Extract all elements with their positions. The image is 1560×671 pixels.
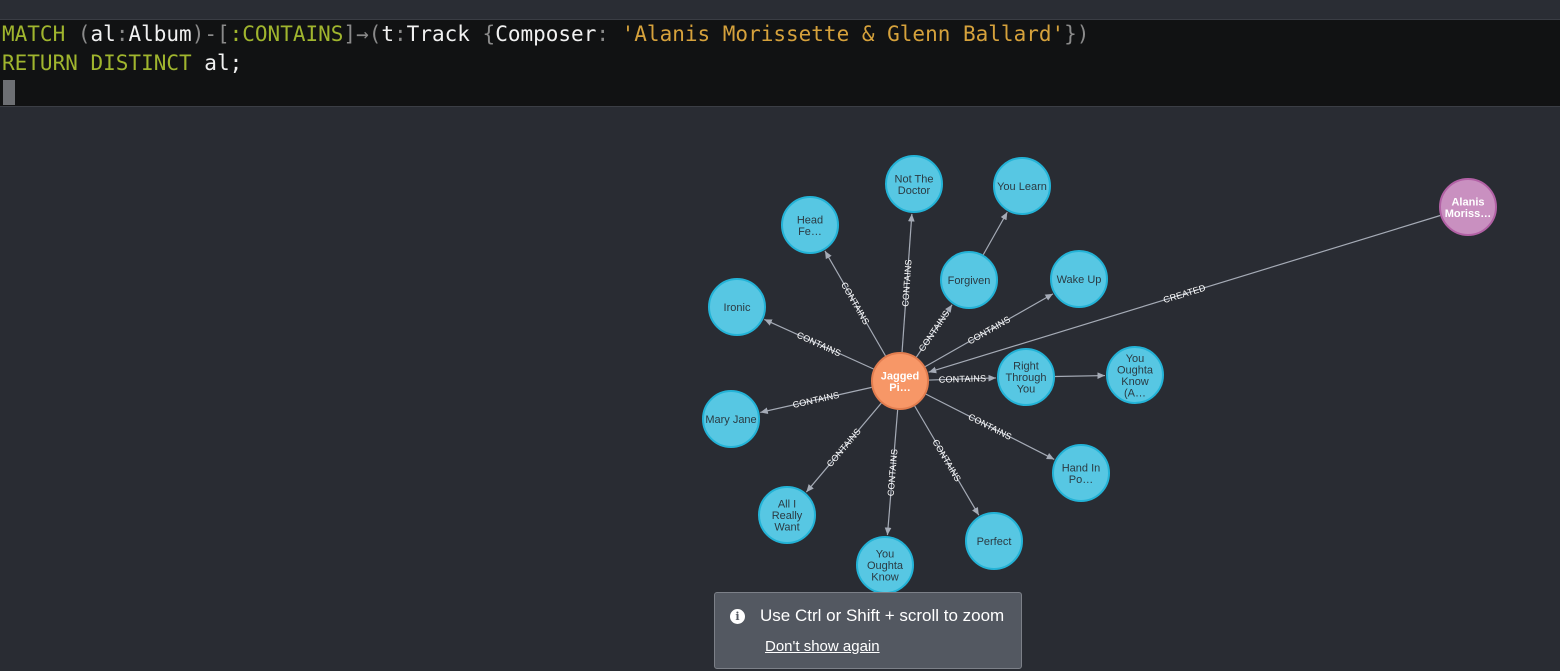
node-label: Know — [1121, 376, 1149, 388]
edge-label-contains-all-i-really-want: CONTAINS — [825, 426, 863, 469]
node-you-oughta-know[interactable]: YouOughtaKnow — [856, 536, 914, 594]
edge-label-contains-forgiven: CONTAINS — [917, 309, 952, 354]
node-album[interactable]: JaggedPi… — [871, 352, 929, 410]
node-wake-up[interactable]: Wake Up — [1050, 250, 1108, 308]
node-label: Forgiven — [948, 275, 991, 287]
node-label: Right — [1013, 361, 1039, 373]
node-label: Really — [772, 510, 803, 522]
token-brace-close: }) — [1064, 22, 1090, 46]
node-label: Not The — [895, 173, 934, 185]
node-label: Hand In — [1062, 462, 1101, 474]
edge-label-contains-hand-in-po: CONTAINS — [967, 412, 1014, 442]
node-label: Doctor — [898, 185, 931, 197]
token-colon-2: : — [394, 22, 407, 46]
node-you-learn[interactable]: You Learn — [993, 157, 1051, 215]
token-var-al-2: al — [204, 51, 230, 75]
token-label-album: Album — [128, 22, 192, 46]
edge-label-created: CREATED — [1162, 283, 1207, 305]
node-label: Head — [797, 214, 823, 226]
node-hand-in-po[interactable]: Hand InPo… — [1052, 444, 1110, 502]
graph-svg[interactable]: CONTAINSCONTAINSCONTAINS CONTAINSCONTAINS… — [0, 107, 1560, 671]
node-label: Po… — [1069, 474, 1093, 486]
node-right-through-you[interactable]: RightThroughYou — [997, 348, 1055, 406]
nodes-layer: JaggedPi… AlanisMoriss… Not TheDoctor You L… — [702, 155, 1497, 594]
node-label: Wake Up — [1057, 274, 1102, 286]
cypher-editor[interactable]: MATCH (al:Album)-[:CONTAINS]→(t:Track {C… — [0, 20, 1560, 107]
node-label: You — [1126, 353, 1145, 365]
token-label-track: Track — [406, 22, 483, 46]
node-all-i-really-want[interactable]: All IReallyWant — [758, 486, 816, 544]
node-artist[interactable]: AlanisMoriss… — [1439, 178, 1497, 236]
dont-show-again-link[interactable]: Don't show again — [765, 638, 880, 655]
token-prop-composer: Composer — [495, 22, 597, 46]
node-head-fe[interactable]: HeadFe… — [781, 196, 839, 254]
edge-forgiven-to-you-learn[interactable] — [982, 211, 1008, 256]
zoom-hint-message: Use Ctrl or Shift + scroll to zoom — [760, 606, 1005, 625]
edge-right-through-you-to-you-oughta-know-a[interactable] — [1054, 372, 1106, 380]
node-forgiven[interactable]: Forgiven — [940, 251, 998, 309]
node-label: You — [876, 549, 895, 561]
node-perfect[interactable]: Perfect — [965, 512, 1023, 570]
node-label: All I — [778, 499, 796, 511]
token-colon: : — [115, 22, 129, 46]
node-label: Perfect — [977, 536, 1012, 548]
node-label: Ironic — [724, 302, 751, 314]
edge-label-contains-right-through-you: CONTAINS — [939, 373, 987, 385]
node-label: (A… — [1124, 387, 1146, 399]
token-rel-type: :CONTAINS — [229, 22, 344, 46]
node-ironic[interactable]: Ironic — [708, 278, 766, 336]
zoom-hint-toast: i Use Ctrl or Shift + scroll to zoom Don… — [714, 592, 1022, 669]
info-icon: i — [730, 609, 745, 624]
node-you-oughta-know-a[interactable]: YouOughtaKnow(A… — [1106, 346, 1164, 404]
node-label: Through — [1006, 372, 1047, 384]
node-label: Pi… — [889, 382, 910, 394]
token-colon-3: : — [596, 22, 622, 46]
token-rel-open: )-[ — [191, 22, 230, 46]
node-label: Moriss… — [1445, 208, 1491, 220]
node-mary-jane[interactable]: Mary Jane — [702, 390, 760, 448]
token-return-distinct: RETURN DISTINCT — [2, 51, 205, 75]
node-label: You — [1017, 384, 1036, 396]
node-label: Want — [774, 522, 799, 534]
node-label: Mary Jane — [705, 414, 756, 426]
edge-label-contains-perfect: CONTAINS — [930, 438, 963, 484]
node-label: Fe… — [798, 226, 822, 238]
edge-label-contains-ironic: CONTAINS — [795, 330, 842, 359]
node-label: Oughta — [867, 560, 904, 572]
token-string: 'Alanis Morissette & Glenn Ballard' — [621, 22, 1065, 46]
top-strip — [0, 0, 1560, 20]
text-cursor — [3, 80, 15, 105]
node-label: You Learn — [997, 181, 1047, 193]
node-label: Alanis — [1451, 196, 1484, 208]
edge-label-contains-not-the-doctor: CONTAINS — [900, 259, 913, 307]
edge-label-contains-you-oughta-know: CONTAINS — [886, 448, 900, 496]
token-match: MATCH — [2, 22, 78, 46]
token-var-al: al — [90, 22, 116, 46]
editor-line-1: MATCH (al:Album)-[:CONTAINS]→(t:Track {C… — [2, 20, 1089, 49]
token-semicolon: ; — [229, 51, 243, 75]
token-var-t: t — [381, 22, 395, 46]
token-brace-open: { — [482, 22, 496, 46]
node-label: Oughta — [1117, 364, 1154, 376]
token-paren: ( — [77, 22, 91, 46]
graph-canvas[interactable]: CONTAINS CONTAINS CONTAINS CONTAINS CONTAINS… — [0, 107, 1560, 671]
edge-label-contains-wake-up: CONTAINS — [966, 314, 1012, 346]
edge-label-contains-head-fe: CONTAINS — [839, 280, 871, 326]
edge-label-contains-mary-jane: CONTAINS — [792, 390, 840, 410]
node-not-the-doctor[interactable]: Not TheDoctor — [885, 155, 943, 213]
node-label: Jagged — [881, 370, 920, 382]
node-label: Know — [871, 572, 899, 584]
editor-line-2: RETURN DISTINCT al; — [2, 49, 242, 78]
token-rel-close: ]→( — [343, 22, 382, 46]
